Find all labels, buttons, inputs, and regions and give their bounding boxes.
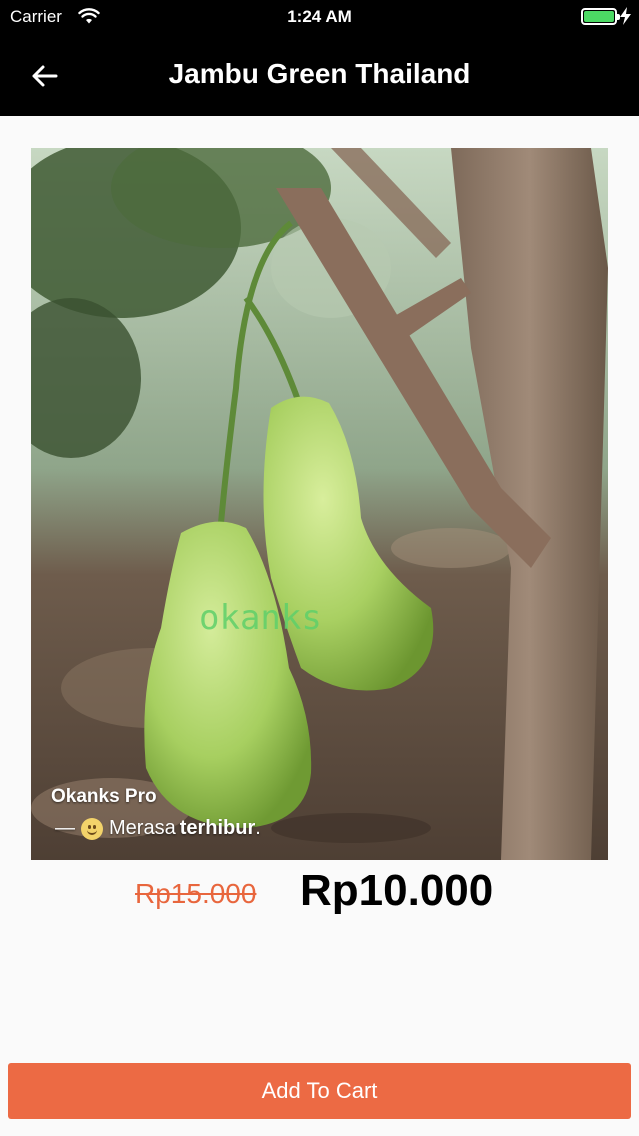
navigation-bar: Jambu Green Thailand (0, 34, 639, 116)
smiley-icon (81, 817, 103, 840)
battery-icon (581, 8, 620, 25)
charging-bolt-icon (620, 7, 631, 25)
product-image: okanks Okanks Pro — Merasa terhibur. (31, 148, 608, 860)
status-bar: Carrier 1:24 AM (0, 0, 639, 34)
caption-dash: — (55, 817, 75, 839)
image-watermark: okanks (199, 598, 322, 638)
image-caption-user: Okanks Pro (51, 786, 157, 807)
add-to-cart-button[interactable]: Add To Cart (8, 1063, 631, 1119)
page-title: Jambu Green Thailand (168, 58, 471, 89)
caption-bold-word: terhibur. (179, 817, 261, 839)
status-time: 1:24 AM (287, 7, 352, 26)
caption-word: Merasa (109, 817, 176, 839)
sale-price: Rp10.000 (300, 866, 494, 915)
product-photo (31, 148, 608, 860)
original-price: Rp15.000 (135, 878, 257, 909)
image-caption-status: — Merasa terhibur. (55, 817, 261, 840)
